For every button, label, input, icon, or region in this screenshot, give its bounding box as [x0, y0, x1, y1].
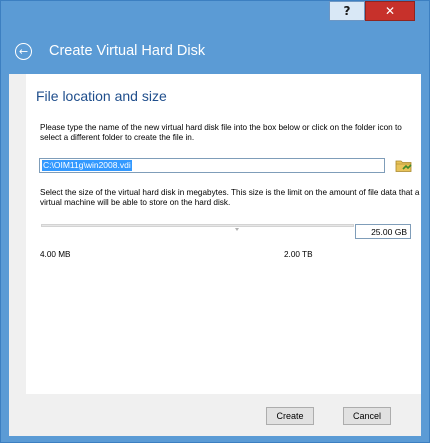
help-button[interactable]: ? [329, 1, 365, 21]
section-title: File location and size [36, 88, 167, 104]
slider-track [41, 224, 354, 227]
min-size-label: 4.00 MB [40, 250, 71, 259]
back-arrow-icon[interactable]: ← [15, 43, 32, 60]
slider-thumb[interactable] [235, 228, 239, 231]
wizard-content: File location and size Please type the n… [9, 74, 421, 436]
close-button[interactable]: ✕ [365, 1, 415, 21]
dialog-title: Create Virtual Hard Disk [49, 43, 206, 59]
cancel-button[interactable]: Cancel [343, 407, 391, 425]
wizard-header: ← Create Virtual Hard Disk [9, 32, 421, 72]
create-button[interactable]: Create [266, 407, 314, 425]
size-description: Select the size of the virtual hard disk… [40, 188, 420, 207]
size-slider[interactable] [41, 222, 354, 232]
folder-browse-icon[interactable] [395, 158, 413, 173]
location-description: Please type the name of the new virtual … [40, 123, 402, 142]
size-input[interactable] [355, 224, 411, 239]
dialog-window: ? ✕ ← Create Virtual Hard Disk File loca… [0, 0, 430, 443]
max-size-label: 2.00 TB [284, 250, 313, 259]
wizard-page: File location and size Please type the n… [26, 74, 421, 394]
file-path-selection: C:\OIM11g\win2008.vdi [42, 160, 132, 171]
title-bar: ? ✕ [1, 1, 429, 27]
